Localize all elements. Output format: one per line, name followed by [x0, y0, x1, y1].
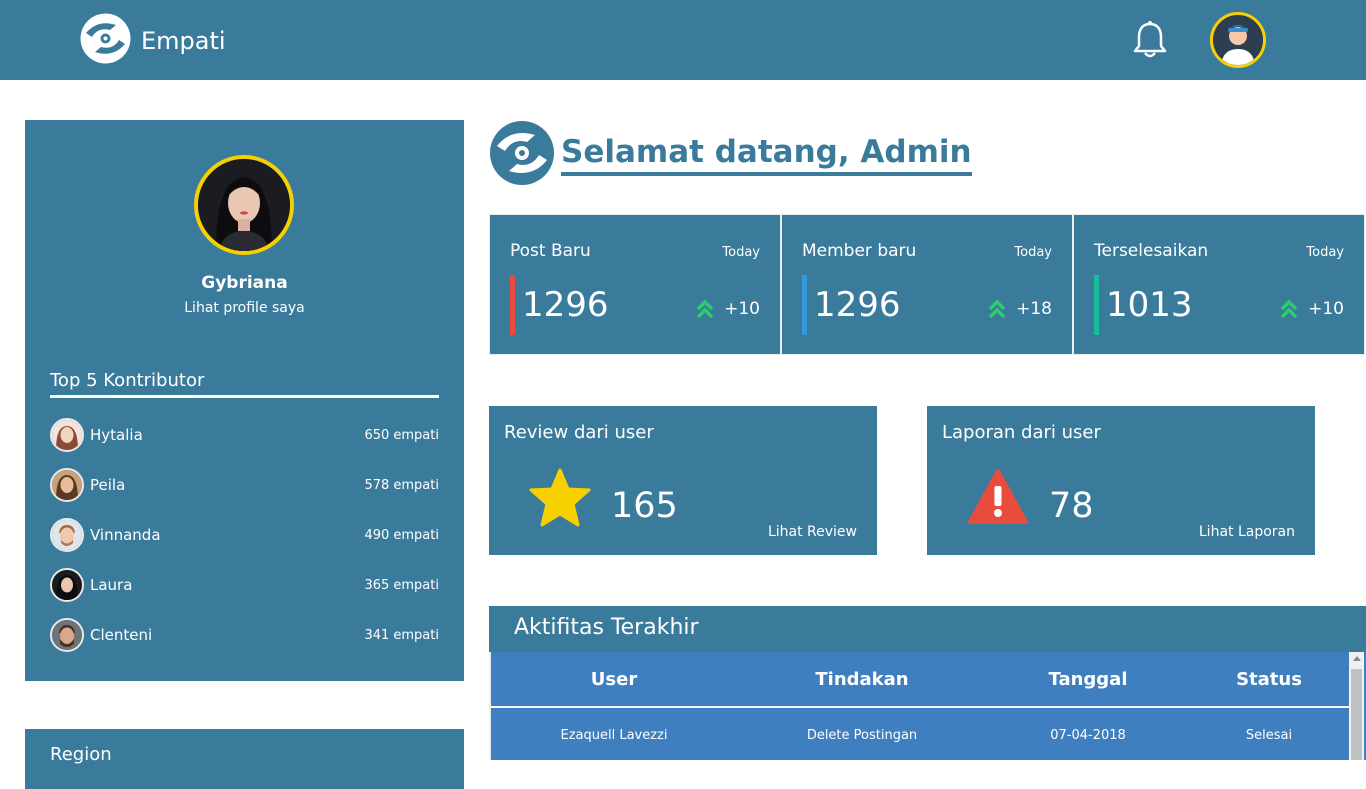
cell-user: Ezaquell Lavezzi	[560, 727, 668, 743]
brand[interactable]: Empati	[80, 13, 226, 68]
stat-accent-bar	[510, 275, 515, 335]
table-row[interactable]: Ezaquell Lavezzi Delete Postingan 07-04-…	[491, 710, 1349, 760]
review-title: Review dari user	[504, 422, 654, 443]
column-header-action[interactable]: Tindakan	[737, 669, 987, 690]
bell-icon[interactable]	[1132, 20, 1168, 64]
double-chevron-up-icon	[988, 299, 1006, 319]
scrollbar-thumb[interactable]	[1351, 669, 1362, 760]
cell-date: 07-04-2018	[1050, 727, 1126, 743]
contributor-score: 341 empati	[364, 627, 439, 643]
review-count: 165	[611, 486, 678, 526]
stat-value: 1296	[814, 285, 901, 325]
contributor-avatar	[50, 568, 84, 602]
contributor-score: 650 empati	[364, 427, 439, 443]
top-contributors-title: Top 5 Kontributor	[50, 370, 439, 398]
stat-label: Member baru	[802, 241, 917, 261]
admin-avatar[interactable]	[1210, 12, 1266, 68]
profile-card: Gybriana Lihat profile saya Top 5 Kontri…	[25, 120, 464, 681]
welcome-header: Selamat datang, Admin	[489, 120, 972, 190]
empati-logo-icon	[80, 13, 131, 68]
stat-period: Today	[1306, 245, 1344, 260]
table-header-row: User Tindakan Tanggal Status	[491, 652, 1349, 708]
stat-delta: +18	[988, 299, 1052, 319]
review-card: Review dari user 165 Lihat Review	[489, 406, 877, 555]
contributor-score: 578 empati	[364, 477, 439, 493]
warning-icon	[967, 468, 1029, 530]
column-header-status[interactable]: Status	[1189, 669, 1349, 690]
view-review-link[interactable]: Lihat Review	[768, 524, 857, 540]
stat-delta-value: +18	[1016, 299, 1052, 319]
stat-accent-bar	[802, 275, 807, 335]
stat-delta-value: +10	[724, 299, 760, 319]
stat-value: 1013	[1106, 285, 1193, 325]
table-scrollbar[interactable]	[1349, 652, 1364, 760]
contributor-score: 365 empati	[364, 577, 439, 593]
column-header-user[interactable]: User	[491, 669, 737, 690]
contributor-name: Vinnanda	[90, 526, 161, 544]
stat-label: Terselesaikan	[1094, 241, 1209, 261]
report-count: 78	[1049, 486, 1094, 526]
star-icon	[529, 468, 591, 532]
region-card: Region	[25, 729, 464, 789]
stat-delta-value: +10	[1308, 299, 1344, 319]
contributor-list: Hytalia 650 empati Peila 578 empati Vinn…	[50, 410, 439, 660]
stat-period: Today	[722, 245, 760, 260]
cell-status: Selesai	[1245, 727, 1293, 743]
contributor-avatar	[50, 518, 84, 552]
stat-accent-bar	[1094, 275, 1099, 335]
contributor-row[interactable]: Clenteni 341 empati	[50, 610, 439, 660]
stat-period: Today	[1014, 245, 1052, 260]
view-profile-link[interactable]: Lihat profile saya	[25, 300, 464, 316]
activity-title: Aktifitas Terakhir	[514, 615, 699, 640]
stat-card-new-members[interactable]: Member baru Today 1296 +18	[781, 214, 1073, 355]
contributor-row[interactable]: Peila 578 empati	[50, 460, 439, 510]
contributor-row[interactable]: Laura 365 empati	[50, 560, 439, 610]
scroll-up-arrow-icon[interactable]	[1353, 656, 1361, 661]
region-title: Region	[50, 744, 112, 765]
stat-card-completed[interactable]: Terselesaikan Today 1013 +10	[1073, 214, 1365, 355]
stat-delta: +10	[1280, 299, 1344, 319]
report-card: Laporan dari user 78 Lihat Laporan	[927, 406, 1315, 555]
top-navbar: Empati	[0, 0, 1366, 80]
contributor-name: Hytalia	[90, 426, 143, 444]
double-chevron-up-icon	[1280, 299, 1298, 319]
contributor-avatar	[50, 468, 84, 502]
stats-row: Post Baru Today 1296 +10 Member baru Tod…	[489, 214, 1366, 355]
stat-delta: +10	[696, 299, 760, 319]
profile-photo[interactable]	[194, 155, 294, 255]
stat-value: 1296	[522, 285, 609, 325]
contributor-name: Clenteni	[90, 626, 153, 644]
cell-action: Delete Postingan	[806, 727, 918, 743]
view-report-link[interactable]: Lihat Laporan	[1199, 524, 1295, 540]
contributor-avatar	[50, 618, 84, 652]
contributor-name: Laura	[90, 576, 133, 594]
stat-label: Post Baru	[510, 241, 591, 261]
double-chevron-up-icon	[696, 299, 714, 319]
contributor-avatar	[50, 418, 84, 452]
recent-activity-panel: Aktifitas Terakhir User Tindakan Tanggal…	[489, 606, 1366, 760]
brand-name: Empati	[141, 26, 226, 55]
welcome-title: Selamat datang, Admin	[561, 134, 972, 176]
contributor-name: Peila	[90, 476, 126, 494]
column-header-date[interactable]: Tanggal	[987, 669, 1189, 690]
contributor-score: 490 empati	[364, 527, 439, 543]
empati-logo-icon	[489, 120, 555, 190]
report-title: Laporan dari user	[942, 422, 1101, 443]
contributor-row[interactable]: Hytalia 650 empati	[50, 410, 439, 460]
stat-card-new-posts[interactable]: Post Baru Today 1296 +10	[489, 214, 781, 355]
contributor-row[interactable]: Vinnanda 490 empati	[50, 510, 439, 560]
profile-name: Gybriana	[201, 273, 288, 293]
activity-table: User Tindakan Tanggal Status Ezaquell La…	[489, 652, 1366, 760]
